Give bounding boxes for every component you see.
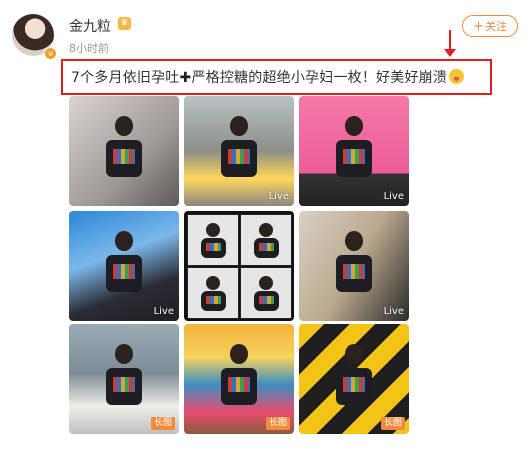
person-shirt [221,368,257,406]
follow-button[interactable]: +关注 [462,15,518,37]
person-head [259,222,273,237]
photo-strip-cell [187,267,239,319]
long-image-badge: 长图 [265,417,290,430]
long-image-badge: 长图 [150,417,175,430]
image-thumbnail[interactable]: Live [184,96,294,206]
person-shirt [106,368,142,406]
person-shirt [336,140,372,178]
photo-strip-cell [240,214,292,266]
live-photo-badge: Live [153,306,174,317]
verified-badge-icon: v [44,47,57,60]
image-thumbnail[interactable]: 长图 [69,324,179,434]
person-head [345,343,363,364]
live-photo-badge: Live [383,306,404,317]
person-shirt [200,237,226,258]
username[interactable]: 金九粒 [69,16,111,36]
person-head [259,275,273,290]
person-head [345,115,363,136]
photo-strip-cell [187,214,239,266]
person-head [230,343,248,364]
image-grid: Live Live Live Live 长图 长图 长图 [69,96,409,438]
person-shirt [253,290,279,311]
person-shirt [336,368,372,406]
image-thumbnail[interactable]: 长图 [299,324,409,434]
image-thumbnail[interactable]: Live [69,211,179,321]
tongue-face-emoji [449,69,465,84]
follow-label: 关注 [484,20,507,33]
timestamp: 8小时前 [69,42,109,55]
person-head [206,222,220,237]
person-shirt [106,140,142,178]
person-shirt [221,140,257,178]
crown-icon: ♛ [118,17,131,30]
image-thumbnail[interactable] [69,96,179,206]
person-head [115,230,133,251]
image-thumbnail[interactable]: 长图 [184,324,294,434]
post-text-part-2: 严格控糖的超绝小孕妇一枚！好美好崩溃 [191,70,448,86]
live-photo-badge: Live [268,191,289,202]
image-thumbnail[interactable] [184,211,294,321]
person-head [230,115,248,136]
person-head [115,115,133,136]
person-shirt [106,255,142,293]
person-head [345,230,363,251]
long-image-badge: 长图 [380,417,405,430]
photo-strip-cell [240,267,292,319]
person-shirt [336,255,372,293]
plus-glyph: ✚ [179,70,192,86]
image-thumbnail[interactable]: Live [299,211,409,321]
live-photo-badge: Live [383,191,404,202]
post-text: 7个多月依旧孕吐✚严格控糖的超绝小孕妇一枚！好美好崩溃 [71,67,465,87]
person-head [115,343,133,364]
post-text-part-1: 7个多月依旧孕吐 [71,70,180,86]
person-head [206,275,220,290]
person-shirt [200,290,226,311]
plus-icon: + [473,19,484,34]
annotation-arrow-head [444,49,456,57]
image-thumbnail[interactable]: Live [299,96,409,206]
person-shirt [253,237,279,258]
